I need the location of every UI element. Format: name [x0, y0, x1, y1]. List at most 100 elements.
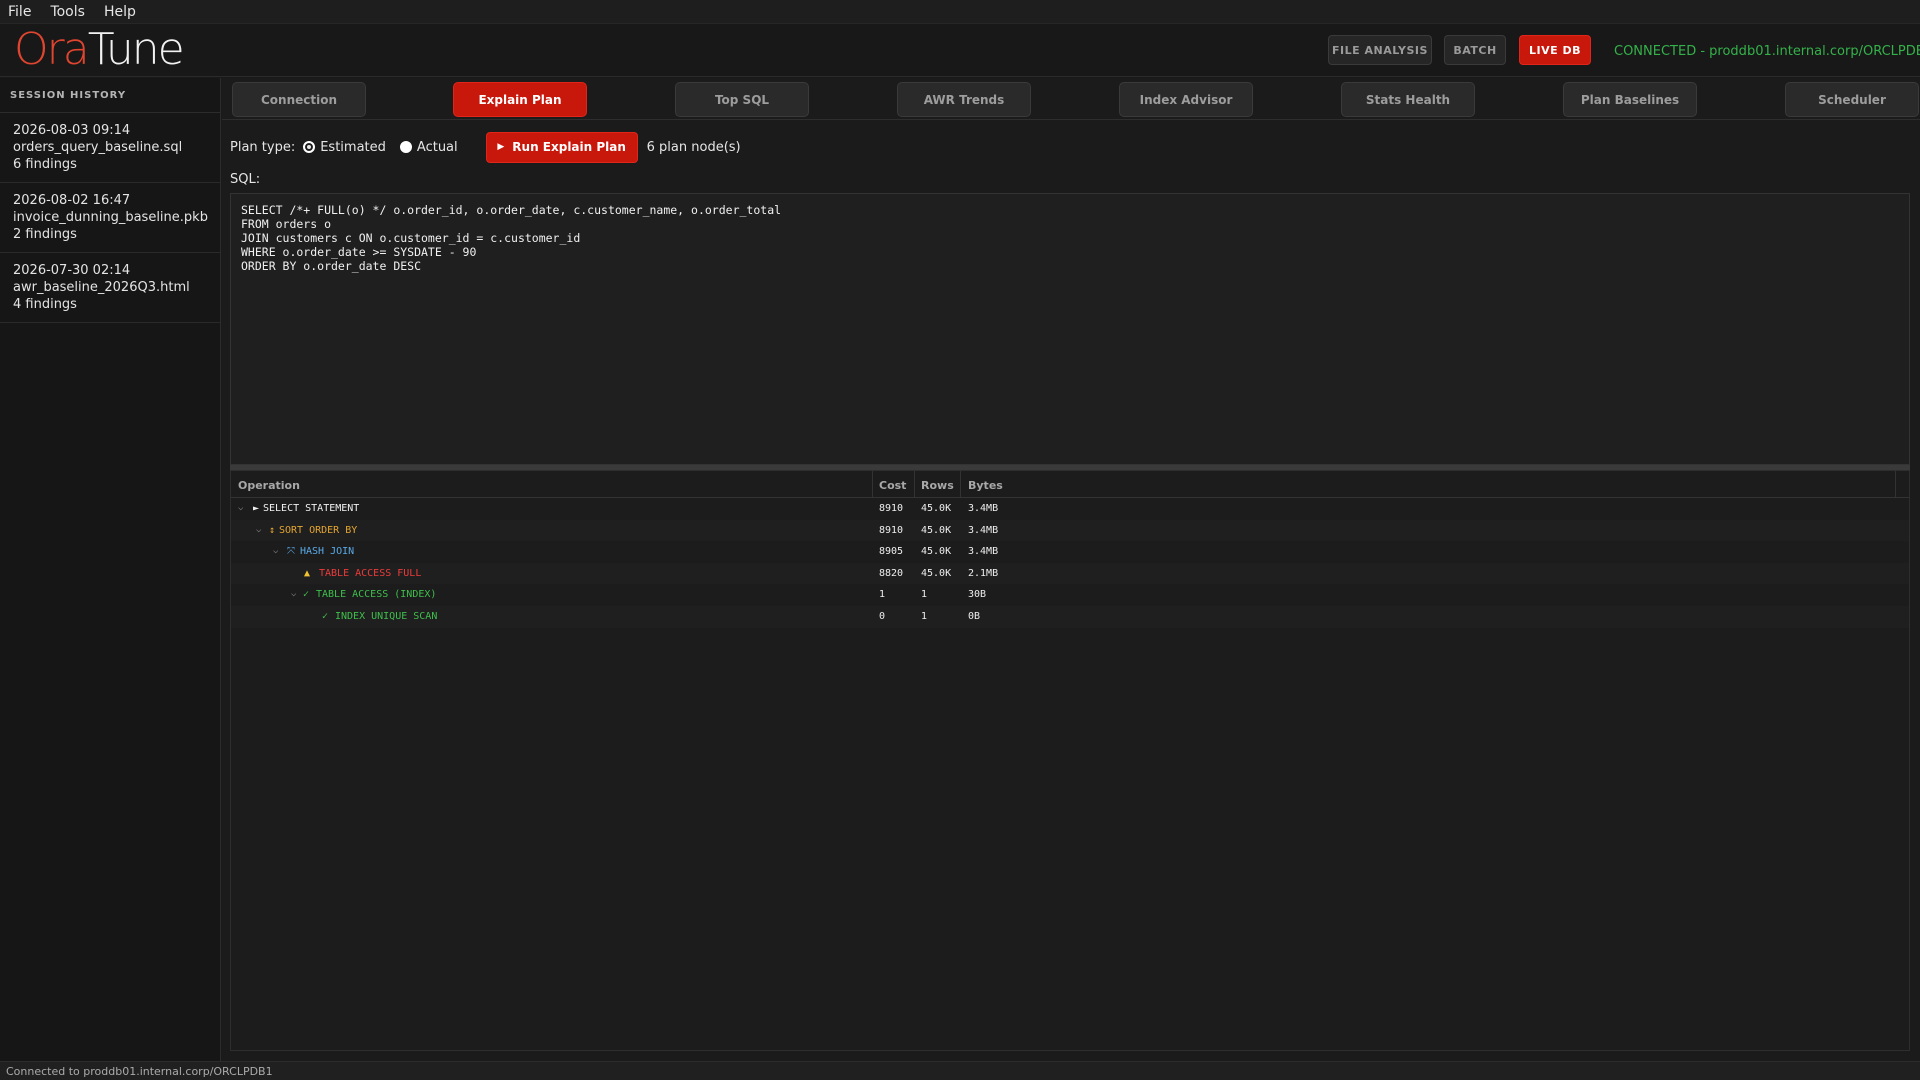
menu-file[interactable]: File: [8, 4, 31, 20]
estimated-label[interactable]: Estimated: [320, 140, 386, 155]
tab-connection[interactable]: Connection: [232, 82, 366, 117]
cost-value: 8820: [879, 567, 904, 579]
actual-label[interactable]: Actual: [417, 140, 458, 155]
history-findings: 4 findings: [13, 297, 77, 312]
history-item[interactable]: 2026-08-03 09:14 orders_query_baseline.s…: [0, 113, 220, 183]
rows-value: 1: [921, 589, 928, 601]
warning-icon: ▲: [304, 567, 311, 579]
plan-row[interactable]: ⌵ ✓ TABLE ACCESS (INDEX) 1 1 30B: [231, 584, 1909, 606]
estimated-radio[interactable]: [303, 141, 316, 153]
plan-row[interactable]: ⌵ ⤧ HASH JOIN 8905 45.0K 3.4MB: [231, 541, 1909, 563]
rows-value: 45.0K: [921, 567, 952, 579]
column-divider: [960, 471, 961, 498]
app-logo: OraTune: [14, 24, 185, 75]
operation-name: INDEX UNIQUE SCAN: [335, 610, 438, 622]
file-analysis-button[interactable]: FILE ANALYSIS: [1328, 35, 1432, 65]
history-file: invoice_dunning_baseline.pkb: [13, 210, 208, 225]
column-divider: [1895, 471, 1896, 498]
bytes-value: 3.4MB: [968, 524, 999, 536]
main-panel: Connection Explain Plan Top SQL AWR Tren…: [222, 78, 1920, 1061]
plan-type-label: Plan type:: [230, 139, 296, 155]
explain-controls: Plan type: Estimated Actual ▶ Run Explai…: [230, 130, 1910, 164]
tab-bar: Connection Explain Plan Top SQL AWR Tren…: [222, 78, 1920, 120]
cost-value: 1: [879, 589, 886, 601]
app-header: OraTune FILE ANALYSIS BATCH LIVE DB CONN…: [0, 24, 1920, 77]
plan-row[interactable]: ⌵ ↕ SORT ORDER BY 8910 45.0K 3.4MB: [231, 519, 1909, 542]
cost-value: 8905: [879, 546, 904, 558]
sidebar-title: SESSION HISTORY: [0, 78, 220, 113]
check-icon: ✓: [303, 589, 310, 601]
bytes-value: 0B: [968, 610, 981, 622]
play-icon: ▶: [497, 142, 505, 152]
bytes-value: 2.1MB: [968, 567, 999, 579]
rows-value: 1: [921, 610, 928, 622]
plan-row[interactable]: ✓ INDEX UNIQUE SCAN 0 1 0B: [231, 605, 1909, 628]
tab-top-sql[interactable]: Top SQL: [675, 82, 809, 117]
rows-value: 45.0K: [921, 546, 952, 558]
plan-table-header: Operation Cost Rows Bytes: [231, 471, 1909, 498]
history-findings: 2 findings: [13, 227, 77, 242]
column-rows[interactable]: Rows: [921, 479, 954, 492]
plan-rows: ⌵ ► SELECT STATEMENT 8910 45.0K 3.4MB ⌵ …: [231, 498, 1909, 628]
operation-name: SORT ORDER BY: [279, 524, 358, 536]
plan-row[interactable]: ▲ TABLE ACCESS FULL 8820 45.0K 2.1MB: [231, 562, 1909, 585]
cost-value: 8910: [879, 524, 904, 536]
operation-name: HASH JOIN: [300, 546, 355, 558]
menu-bar: File Tools Help: [0, 0, 1920, 24]
rows-value: 45.0K: [921, 503, 952, 514]
live-db-button[interactable]: LIVE DB: [1519, 35, 1591, 65]
bytes-value: 3.4MB: [968, 503, 999, 514]
logo-tune: Tune: [87, 24, 185, 75]
status-bar: Connected to proddb01.internal.corp/ORCL…: [0, 1061, 1920, 1080]
select-icon: ►: [253, 503, 260, 514]
tab-scheduler[interactable]: Scheduler: [1785, 82, 1919, 117]
sort-icon: ↕: [269, 524, 276, 536]
hash-join-icon: ⤧: [287, 546, 295, 558]
history-item[interactable]: 2026-08-02 16:47 invoice_dunning_baselin…: [0, 183, 220, 253]
history-time: 2026-07-30 02:14: [13, 263, 131, 278]
expand-toggle-icon[interactable]: ⌵: [273, 546, 278, 556]
menu-help[interactable]: Help: [104, 4, 136, 20]
connection-status: CONNECTED - proddb01.internal.corp/ORCLP…: [1614, 44, 1920, 59]
expand-toggle-icon[interactable]: ⌵: [256, 525, 261, 535]
logo-ora: Ora: [14, 24, 90, 75]
plan-node-count: 6 plan node(s): [646, 139, 741, 155]
history-item[interactable]: 2026-07-30 02:14 awr_baseline_2026Q3.htm…: [0, 253, 220, 323]
history-time: 2026-08-02 16:47: [13, 193, 131, 208]
bytes-value: 3.4MB: [968, 546, 999, 558]
cost-value: 0: [879, 610, 886, 622]
column-divider: [914, 471, 915, 498]
column-bytes[interactable]: Bytes: [968, 479, 1003, 492]
history-file: orders_query_baseline.sql: [13, 140, 183, 155]
expand-toggle-icon[interactable]: ⌵: [291, 589, 296, 599]
history-findings: 6 findings: [13, 157, 77, 172]
menu-tools[interactable]: Tools: [50, 4, 85, 20]
cost-value: 8910: [879, 503, 904, 514]
sql-editor[interactable]: SELECT /*+ FULL(o) */ o.order_id, o.orde…: [230, 193, 1910, 465]
column-operation[interactable]: Operation: [238, 479, 300, 492]
history-time: 2026-08-03 09:14: [13, 123, 131, 138]
run-button-label: Run Explain Plan: [512, 140, 626, 154]
tab-awr-trends[interactable]: AWR Trends: [897, 82, 1031, 117]
run-explain-plan-button[interactable]: ▶ Run Explain Plan: [485, 131, 638, 163]
tab-explain-plan[interactable]: Explain Plan: [453, 82, 587, 117]
plan-tree-table: Operation Cost Rows Bytes ⌵ ► SELECT STA…: [230, 470, 1910, 1051]
tab-stats-health[interactable]: Stats Health: [1341, 82, 1475, 117]
tab-index-advisor[interactable]: Index Advisor: [1119, 82, 1253, 117]
plan-row[interactable]: ⌵ ► SELECT STATEMENT 8910 45.0K 3.4MB: [231, 498, 1909, 520]
check-icon: ✓: [322, 610, 329, 622]
actual-radio[interactable]: [399, 141, 412, 153]
sql-label: SQL:: [230, 172, 261, 187]
column-cost[interactable]: Cost: [879, 479, 906, 492]
batch-button[interactable]: BATCH: [1444, 35, 1506, 65]
session-history-sidebar: SESSION HISTORY 2026-08-03 09:14 orders_…: [0, 78, 221, 1061]
tab-plan-baselines[interactable]: Plan Baselines: [1563, 82, 1697, 117]
operation-name: TABLE ACCESS FULL: [319, 567, 422, 579]
operation-name: SELECT STATEMENT: [263, 503, 360, 514]
bytes-value: 30B: [968, 589, 987, 601]
operation-name: TABLE ACCESS (INDEX): [316, 589, 437, 601]
expand-toggle-icon[interactable]: ⌵: [238, 503, 243, 513]
column-divider: [872, 471, 873, 498]
history-file: awr_baseline_2026Q3.html: [13, 280, 190, 295]
rows-value: 45.0K: [921, 524, 952, 536]
